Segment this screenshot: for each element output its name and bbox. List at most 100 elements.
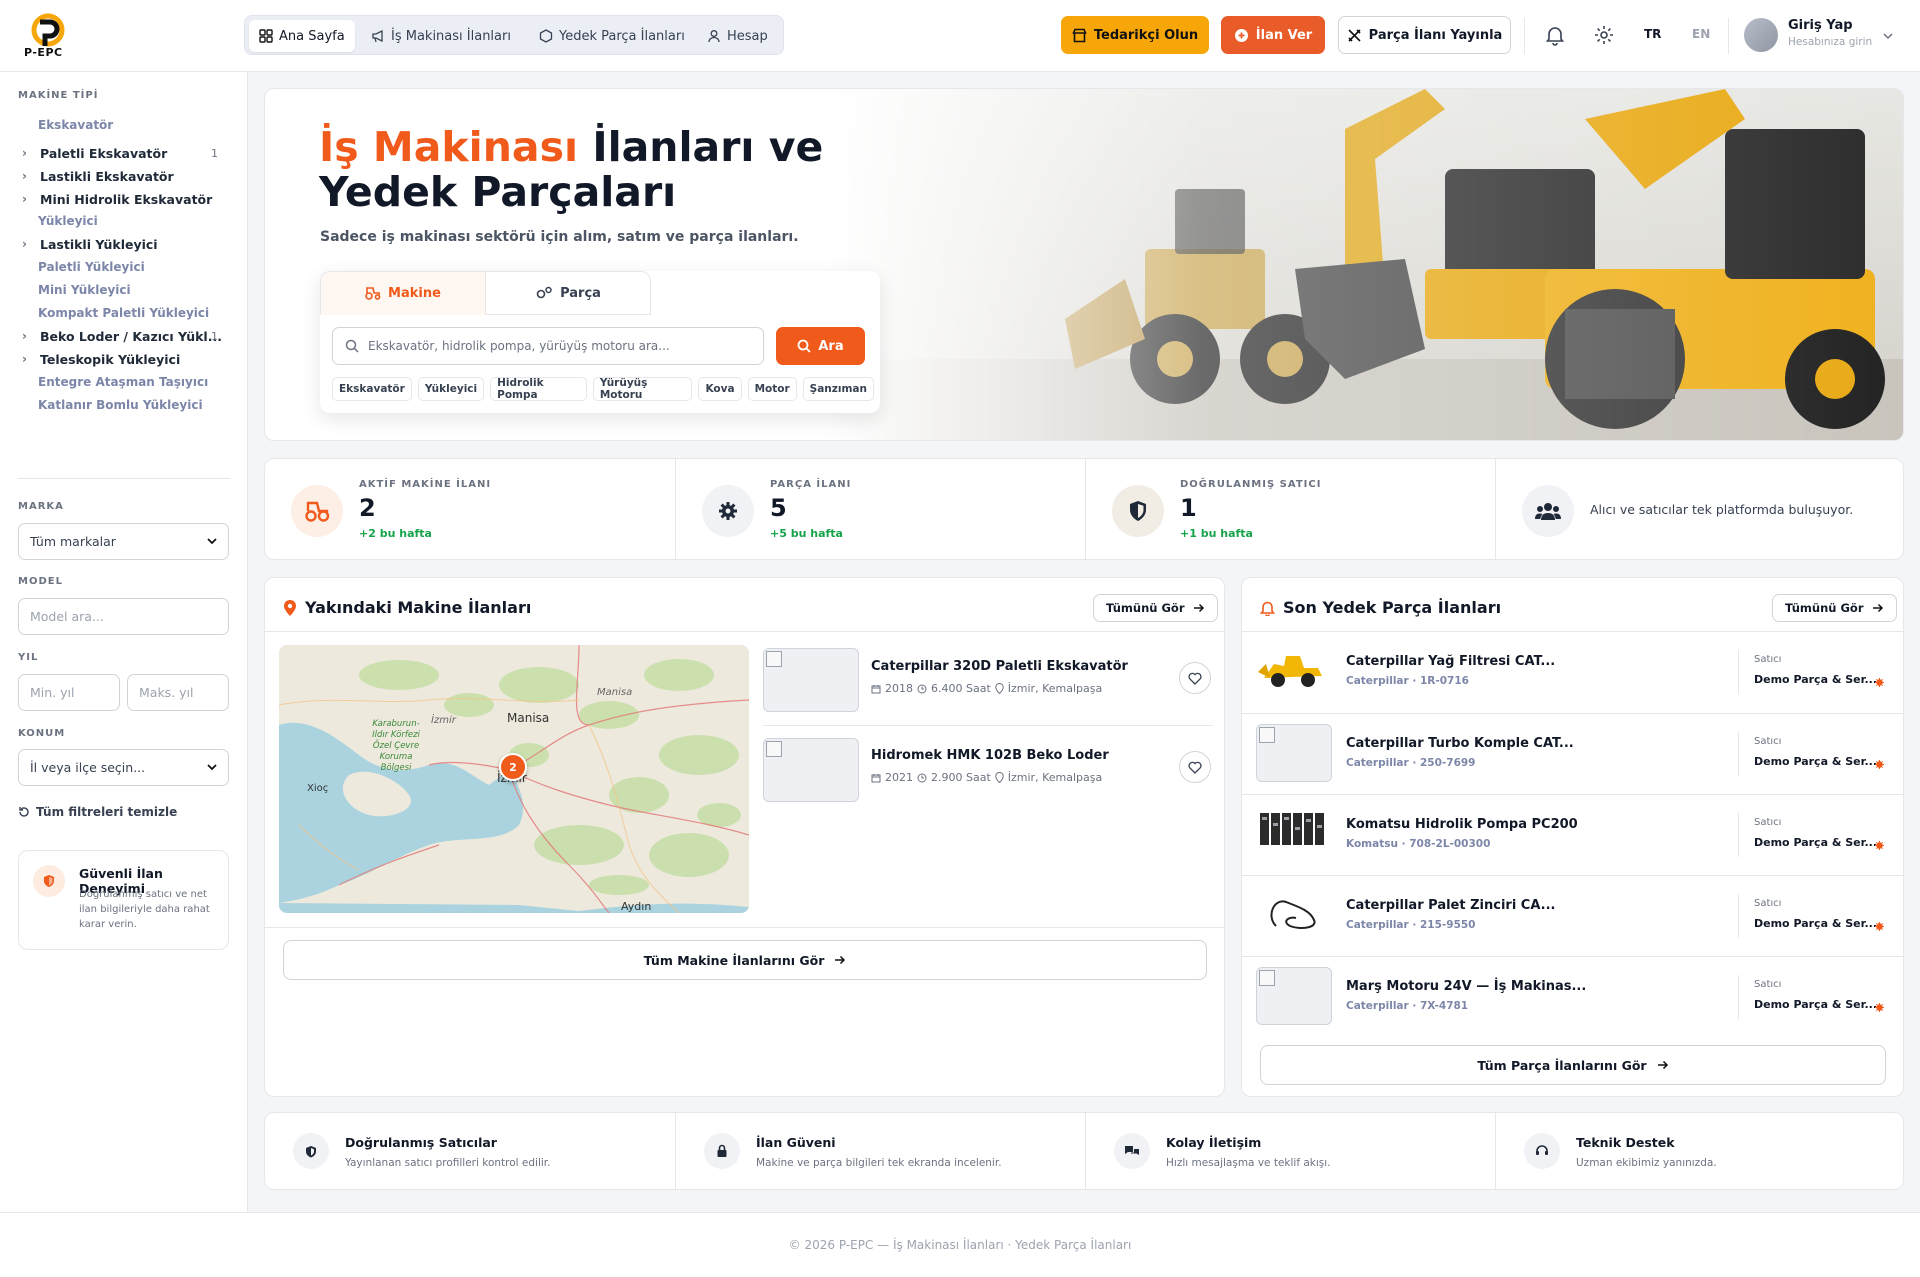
part-title: Caterpillar Palet Zinciri CA... [1346, 898, 1556, 913]
category-item[interactable]: Kompakt Paletli Yükleyici [38, 302, 238, 324]
category-item[interactable]: › Lastikli Yükleyici [22, 233, 222, 255]
part-listing-row[interactable]: Komatsu Hidrolik Pompa PC200 Komatsu · 70… [1242, 794, 1903, 874]
see-all-machines-button[interactable]: Tümünü Gör [1093, 594, 1218, 622]
all-machines-button[interactable]: Tüm Makine İlanlarını Gör [283, 940, 1207, 980]
favorite-button[interactable] [1179, 662, 1211, 694]
calendar-icon [871, 773, 881, 782]
category-item[interactable]: Mini Yükleyici [38, 279, 238, 301]
seller-name[interactable]: Demo Parça & Ser... [1754, 998, 1877, 1011]
quick-search-chip[interactable]: Yükleyici [417, 377, 485, 401]
chevron-right-icon[interactable]: › [22, 192, 36, 206]
arrow-right-icon [1193, 603, 1204, 613]
settings-gear-icon[interactable] [1593, 24, 1615, 46]
hero-search-input[interactable]: Ekskavatör, hidrolik pompa, yürüyüş moto… [332, 327, 764, 365]
feature-listing-trust: İlan Güveni Makine ve parça bilgileri te… [675, 1113, 1085, 1189]
lang-tr[interactable]: TR [1644, 27, 1661, 41]
year-max-input[interactable]: Maks. yıl [127, 674, 229, 711]
feature-title: Doğrulanmış Satıcılar [345, 1135, 497, 1150]
stat-label: PARÇA İLANI [770, 479, 852, 490]
chevron-down-icon[interactable] [1882, 30, 1894, 42]
quick-search-chip[interactable]: Yürüyüş Motoru [592, 377, 693, 401]
seller-name[interactable]: Demo Parça & Ser... [1754, 755, 1877, 768]
chevron-right-icon[interactable]: › [22, 169, 36, 183]
post-part-button[interactable]: Parça İlanı Yayınla [1338, 16, 1511, 54]
category-label: Katlanır Bomlu Yükleyici [38, 398, 203, 412]
category-item[interactable]: Paletli Yükleyici [38, 256, 238, 278]
listing-title: Caterpillar 320D Paletli Ekskavatör [871, 659, 1128, 674]
verified-badge-icon [1875, 758, 1884, 769]
post-ad-button[interactable]: İlan Ver [1221, 16, 1325, 54]
category-item[interactable]: Yükleyici [38, 210, 238, 232]
arrow-right-icon [835, 955, 846, 965]
location-select[interactable]: İl veya ilçe seçin... [18, 749, 229, 786]
part-listing-row[interactable]: Caterpillar Turbo Komple CAT... Caterpill… [1242, 713, 1903, 793]
see-all-parts-button[interactable]: Tümünü Gör [1772, 594, 1897, 622]
map-cluster-marker[interactable]: 2 [499, 753, 527, 781]
nav-home[interactable]: Ana Sayfa [249, 20, 355, 52]
supplier-button[interactable]: Tedarikçi Olun [1061, 16, 1209, 54]
machine-listing-card[interactable]: Hidromek HMK 102B Beko Loder 2021 2.900 … [763, 726, 1213, 816]
main-nav: Ana Sayfa İş Makinası İlanları Yedek Par… [244, 15, 784, 55]
category-item[interactable]: › Paletli Ekskavatör 1 [22, 142, 222, 164]
part-listing-row[interactable]: Marş Motoru 24V — İş Makinas... Caterpill… [1242, 956, 1903, 1036]
brand-select[interactable]: Tüm markalar [18, 523, 229, 560]
stat-platform: Alıcı ve satıcılar tek platformda buluşu… [1495, 459, 1905, 559]
chevron-right-icon[interactable]: › [22, 329, 36, 343]
chevron-right-icon[interactable]: › [22, 237, 36, 251]
login-title[interactable]: Giriş Yap [1788, 18, 1853, 33]
category-item[interactable]: › Beko Loder / Kazıcı Yükl... 1 [22, 325, 222, 347]
favorite-button[interactable] [1179, 751, 1211, 783]
clear-filters-link[interactable]: Tüm filtreleri temizle [18, 805, 177, 819]
safe-card-text: Doğrulanmış satıcı ve net ilan bilgileri… [79, 889, 210, 930]
divider [1738, 975, 1739, 1019]
shield-icon [1112, 485, 1164, 537]
all-parts-label: Tüm Parça İlanlarını Gör [1477, 1057, 1647, 1073]
year-max-placeholder: Maks. yıl [139, 685, 194, 700]
seller-name[interactable]: Demo Parça & Ser... [1754, 917, 1877, 930]
part-thumbnail [1256, 724, 1332, 782]
nav-part-listings[interactable]: Yedek Parça İlanları [529, 20, 695, 52]
category-item[interactable]: Katlanır Bomlu Yükleyici [38, 394, 238, 416]
stat-value: 2 [359, 494, 376, 522]
category-item[interactable]: Ekskavatör [38, 114, 238, 136]
machine-listing-card[interactable]: Caterpillar 320D Paletli Ekskavatör 2018… [763, 636, 1213, 726]
seller-name[interactable]: Demo Parça & Ser... [1754, 673, 1877, 686]
quick-search-chip[interactable]: Kova [698, 377, 742, 401]
quick-search-chip[interactable]: Hidrolik Pompa [490, 377, 587, 401]
category-item[interactable]: Entegre Ataşman Taşıyıcı [38, 371, 238, 393]
nav-account[interactable]: Hesap [697, 20, 778, 52]
avatar[interactable] [1744, 18, 1778, 52]
location-heading: KONUM [18, 728, 66, 739]
headset-icon [1524, 1133, 1560, 1169]
seller-name[interactable]: Demo Parça & Ser... [1754, 836, 1877, 849]
nav-machine-listings-label: İş Makinası İlanları [391, 28, 511, 44]
nav-machine-listings[interactable]: İş Makinası İlanları [361, 20, 521, 52]
grid-icon [259, 29, 273, 43]
category-item[interactable]: › Teleskopik Yükleyici [22, 348, 222, 370]
hero-title-rest: İlanları ve [578, 123, 824, 171]
supplier-button-label: Tedarikçi Olun [1093, 27, 1199, 43]
all-parts-button[interactable]: Tüm Parça İlanlarını Gör [1260, 1045, 1886, 1085]
verified-badge-icon [1875, 920, 1884, 931]
listing-thumbnail [763, 738, 859, 802]
part-listing-row[interactable]: Caterpillar Palet Zinciri CA... Caterpill… [1242, 875, 1903, 955]
year-min-input[interactable]: Min. yıl [18, 674, 120, 711]
panel-title-text: Yakındaki Makine İlanları [305, 598, 532, 617]
feature-desc: Makine ve parça bilgileri tek ekranda in… [756, 1157, 1002, 1169]
lang-en[interactable]: EN [1692, 27, 1710, 41]
quick-search-chip[interactable]: Şanzıman [802, 377, 874, 401]
category-item[interactable]: › Mini Hidrolik Ekskavatör [22, 188, 222, 210]
quick-search-chip[interactable]: Ekskavatör [332, 377, 412, 401]
quick-search-chip[interactable]: Motor [747, 377, 797, 401]
category-item[interactable]: › Lastikli Ekskavatör [22, 165, 222, 187]
bell-icon[interactable] [1544, 24, 1566, 46]
listings-map[interactable]: Manisa Manisa İzmir İzmir Karaburun-Ildı… [279, 645, 749, 913]
hero-title-highlight: İş Makinası [319, 123, 579, 171]
part-listing-row[interactable]: Caterpillar Yağ Filtresi CAT... Caterpill… [1242, 632, 1903, 712]
chevron-right-icon[interactable]: › [22, 352, 36, 366]
search-button[interactable]: Ara [776, 327, 865, 365]
model-search-input[interactable]: Model ara... [18, 598, 229, 635]
tab-part[interactable]: Parça [485, 271, 651, 315]
chevron-right-icon[interactable]: › [22, 146, 36, 160]
tab-machine[interactable]: Makine [320, 271, 486, 315]
